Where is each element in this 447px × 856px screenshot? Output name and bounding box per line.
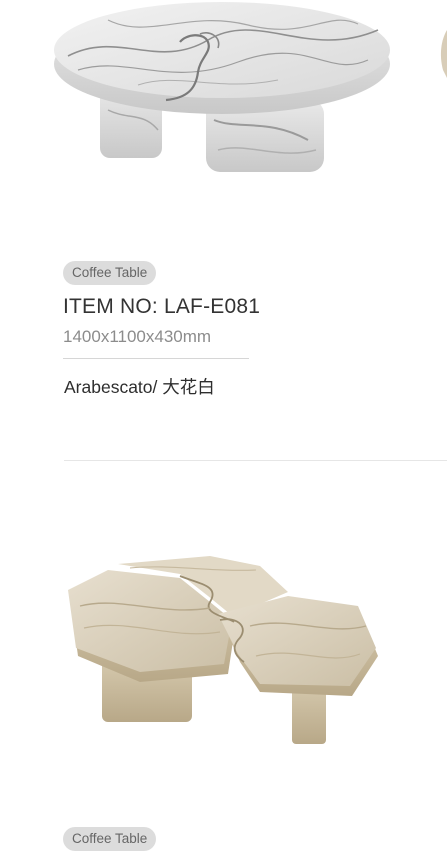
detail-divider	[63, 358, 249, 359]
material-name: Arabescato/ 大花白	[64, 377, 215, 397]
product-image-marble-table[interactable]	[48, 0, 396, 180]
category-badge: Coffee Table	[63, 827, 157, 851]
next-product-peek	[440, 30, 447, 78]
item-number: ITEM NO: LAF-E081	[63, 295, 261, 318]
product-card[interactable]: Coffee Table ITEM NO: LAF-E081 1400x1100…	[0, 0, 447, 460]
category-badge: Coffee Table	[63, 261, 157, 285]
product-card[interactable]: Coffee Table	[0, 461, 447, 856]
product-image-travertine-table[interactable]	[60, 556, 385, 751]
dimensions: 1400x1100x430mm	[63, 327, 212, 346]
